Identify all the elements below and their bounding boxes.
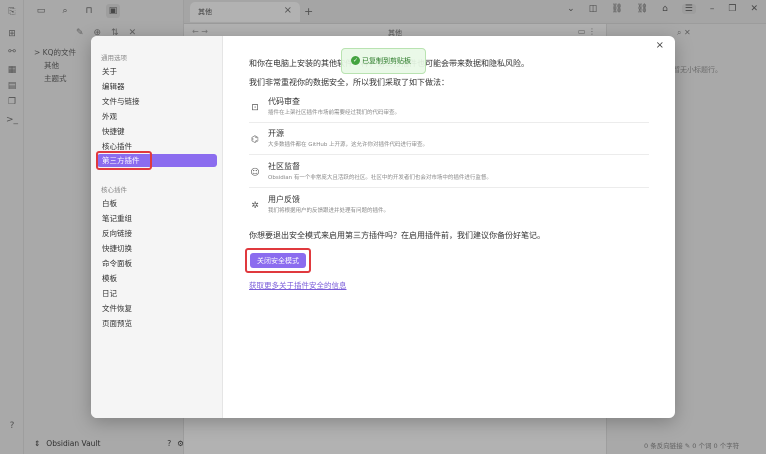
highlight-box xyxy=(96,151,152,170)
settings-nav-item[interactable]: 编辑器 xyxy=(97,80,217,93)
question-text: 你想要退出安全模式来启用第三方插件吗？在启用插件前，我们建议你备份好笔记。 xyxy=(249,231,545,240)
settings-nav-item[interactable]: 文件恢复 xyxy=(97,302,217,315)
close-icon[interactable]: × xyxy=(656,40,664,51)
settings-nav-item[interactable]: 反向链接 xyxy=(97,227,217,240)
feature-desc: 我们将根据用户的反馈跟进并处理有问题的插件。 xyxy=(268,208,390,214)
settings-nav-item[interactable]: 快捷切换 xyxy=(97,242,217,255)
settings-nav-item[interactable]: 笔记重组 xyxy=(97,212,217,225)
feature-title: 用户反馈 xyxy=(268,195,300,204)
feature-title: 代码审查 xyxy=(268,97,300,106)
github-icon: ⌬ xyxy=(251,135,259,145)
bug-icon: ✲ xyxy=(251,201,259,211)
settings-nav: 通用选项 关于 编辑器 文件与链接 外观 快捷键 核心插件 第三方插件 核心插件… xyxy=(91,36,223,418)
settings-nav-item[interactable]: 命令面板 xyxy=(97,257,217,270)
toast-notification: ✓ 已复制到剪贴板 xyxy=(341,48,426,74)
feature-desc: Obsidian 有一个非常庞大且活跃的社区。社区中的开发者们也会对市场中的插件… xyxy=(268,175,492,181)
learn-more-link[interactable]: 获取更多关于插件安全的信息 xyxy=(249,280,347,291)
divider xyxy=(249,122,649,123)
feature-desc: 大多数插件都在 GitHub 上开源，这允许你对插件代码进行审查。 xyxy=(268,142,429,148)
intro-text-2: 我们非常重视你的数据安全，所以我们采取了如下做法： xyxy=(249,78,449,87)
feature-desc: 插件在上架社区插件市场前需要经过我们的代码审查。 xyxy=(268,110,401,116)
settings-nav-item[interactable]: 白板 xyxy=(97,197,217,210)
settings-section-heading: 核心插件 xyxy=(101,186,127,194)
feature-title: 开源 xyxy=(268,129,284,138)
settings-nav-item[interactable]: 外观 xyxy=(97,110,217,123)
settings-nav-item[interactable]: 模板 xyxy=(97,272,217,285)
settings-nav-item[interactable]: 日记 xyxy=(97,287,217,300)
settings-section-heading: 通用选项 xyxy=(101,54,127,62)
feature-title: 社区监督 xyxy=(268,162,300,171)
settings-nav-item[interactable]: 关于 xyxy=(97,65,217,78)
community-icon: ☺ xyxy=(250,168,260,178)
highlight-box xyxy=(245,248,311,273)
settings-nav-item[interactable]: 文件与链接 xyxy=(97,95,217,108)
check-circle-icon: ✓ xyxy=(351,56,360,65)
settings-modal: 通用选项 关于 编辑器 文件与链接 外观 快捷键 核心插件 第三方插件 核心插件… xyxy=(91,36,675,418)
settings-nav-item[interactable]: 页面预览 xyxy=(97,317,217,330)
divider xyxy=(249,187,649,188)
settings-nav-item[interactable]: 快捷键 xyxy=(97,125,217,138)
code-review-icon: ⊡ xyxy=(251,103,259,113)
divider xyxy=(249,154,649,155)
toast-text: 已复制到剪贴板 xyxy=(362,57,411,65)
